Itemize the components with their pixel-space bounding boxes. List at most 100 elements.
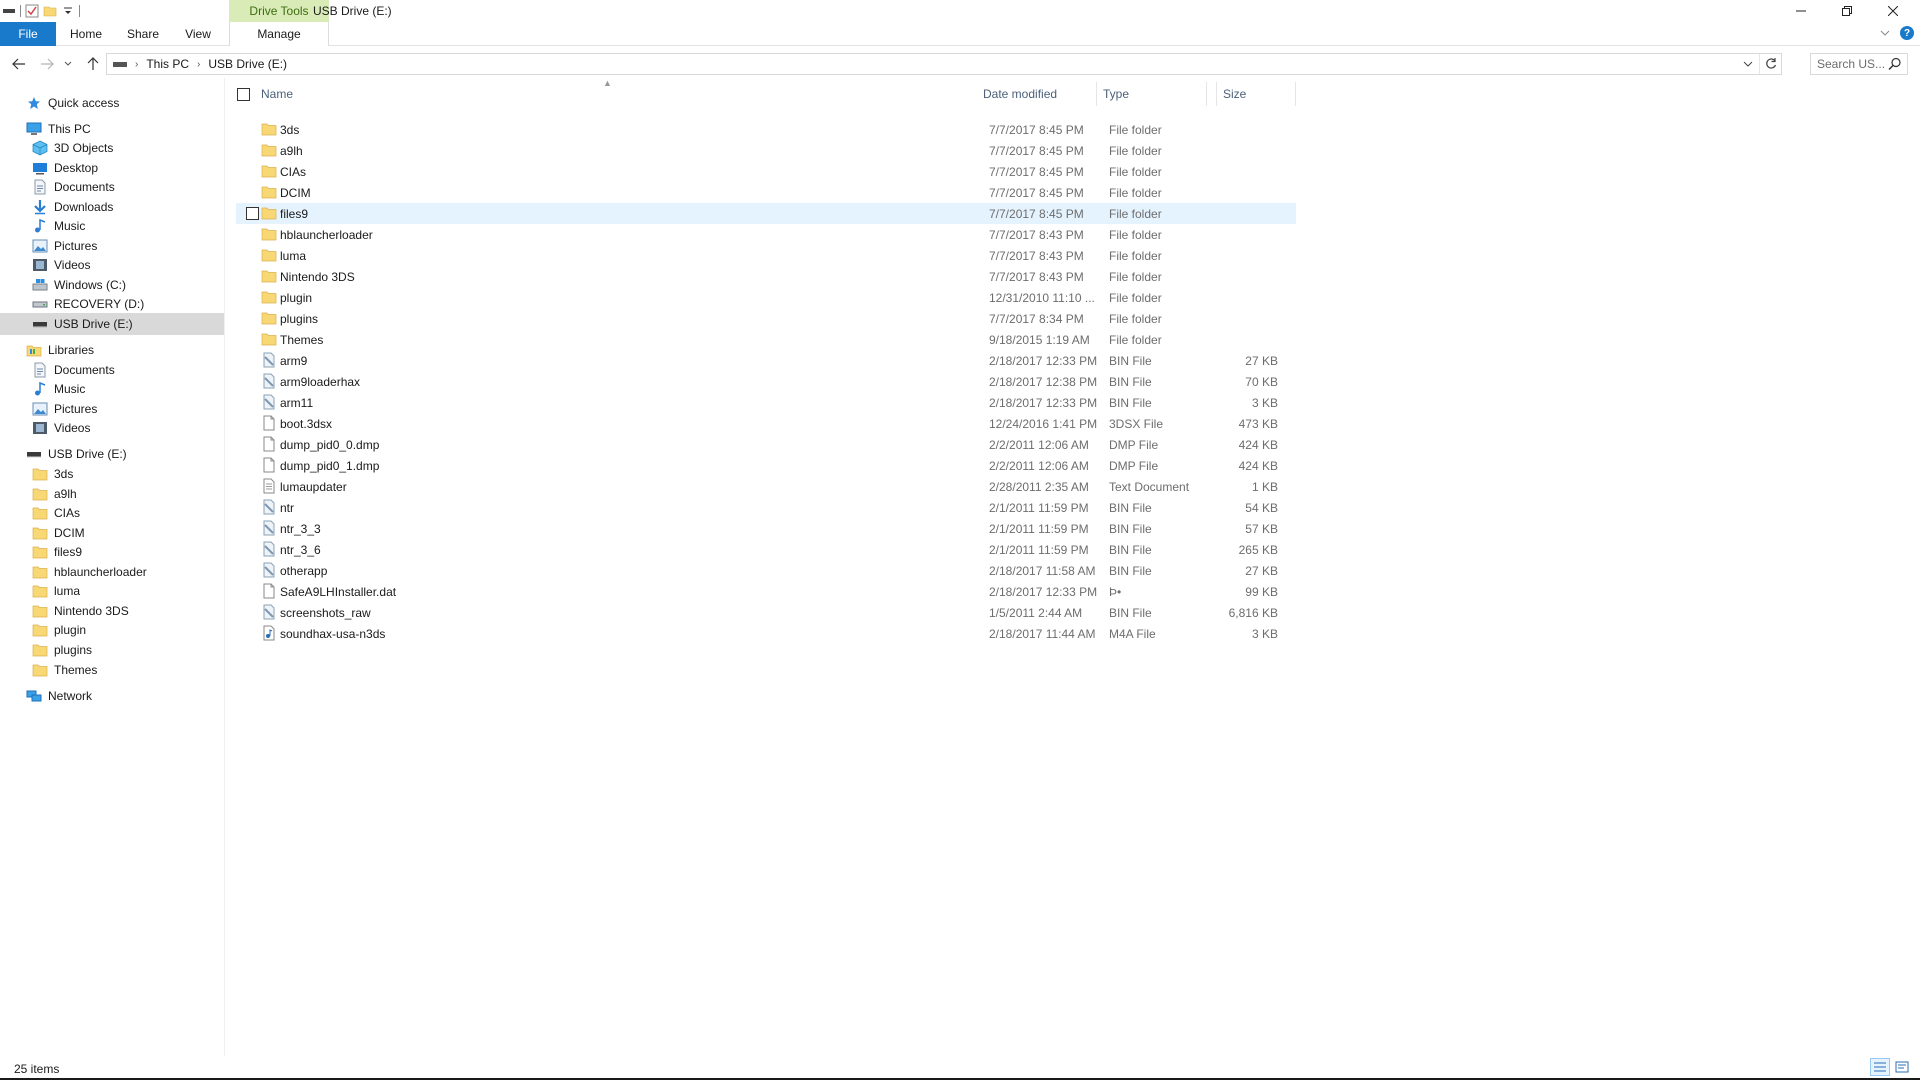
- file-name[interactable]: arm9loaderhax: [280, 375, 360, 389]
- file-name[interactable]: ntr_3_3: [280, 522, 321, 536]
- breadcrumb-usb-drive[interactable]: USB Drive (E:): [208, 57, 287, 71]
- refresh-button[interactable]: [1759, 54, 1781, 74]
- close-button[interactable]: [1870, 0, 1916, 22]
- details-view-button[interactable]: [1870, 1058, 1890, 1076]
- sidebar-item[interactable]: Videos: [0, 417, 224, 439]
- table-row[interactable]: screenshots_raw 1/5/2011 2:44 AM BIN File 6…: [236, 602, 1524, 623]
- file-name[interactable]: arm9: [280, 354, 307, 368]
- table-row[interactable]: a9lh 7/7/2017 8:45 PM File folder: [236, 140, 1524, 161]
- address-history-button[interactable]: [1737, 54, 1759, 74]
- table-row[interactable]: dump_pid0_0.dmp 2/2/2011 12:06 AM DMP File…: [236, 434, 1524, 455]
- pane-divider[interactable]: [224, 78, 225, 1056]
- file-name[interactable]: DCIM: [280, 186, 311, 200]
- file-name[interactable]: soundhax-usa-n3ds: [280, 627, 385, 641]
- table-row[interactable]: Nintendo 3DS 7/7/2017 8:43 PM File folder: [236, 266, 1524, 287]
- up-button[interactable]: [82, 54, 104, 74]
- select-all-checkbox[interactable]: [237, 88, 250, 101]
- table-row[interactable]: DCIM 7/7/2017 8:45 PM File folder: [236, 182, 1524, 203]
- file-name[interactable]: arm11: [280, 396, 313, 410]
- address-bar[interactable]: › This PC › USB Drive (E:): [106, 53, 1782, 75]
- table-row[interactable]: CIAs 7/7/2017 8:45 PM File folder: [236, 161, 1524, 182]
- sidebar-item[interactable]: Quick access: [0, 92, 224, 114]
- table-row[interactable]: luma 7/7/2017 8:43 PM File folder: [236, 245, 1524, 266]
- file-name[interactable]: lumaupdater: [280, 480, 347, 494]
- row-checkbox[interactable]: [246, 207, 259, 220]
- file-name[interactable]: SafeA9LHInstaller.dat: [280, 585, 396, 599]
- sidebar-item[interactable]: Music: [0, 215, 224, 237]
- expand-ribbon-icon[interactable]: [1880, 26, 1890, 40]
- table-row[interactable]: soundhax-usa-n3ds 2/18/2017 11:44 AM M4A F…: [236, 623, 1524, 644]
- table-row[interactable]: boot.3dsx 12/24/2016 1:41 PM 3DSX File 473 …: [236, 413, 1524, 434]
- file-name[interactable]: hblauncherloader: [280, 228, 373, 242]
- sidebar-item[interactable]: Libraries: [0, 339, 224, 361]
- tab-manage[interactable]: Manage: [229, 22, 329, 46]
- sidebar-item[interactable]: CIAs: [0, 502, 224, 524]
- tab-share[interactable]: Share: [120, 22, 166, 46]
- sidebar-item[interactable]: plugins: [0, 639, 224, 661]
- column-date-modified[interactable]: Date modified: [977, 82, 1097, 106]
- restore-button[interactable]: [1824, 0, 1870, 22]
- search-input[interactable]: Search US...: [1810, 53, 1908, 75]
- file-name[interactable]: Nintendo 3DS: [280, 270, 355, 284]
- file-name[interactable]: otherapp: [280, 564, 327, 578]
- column-type[interactable]: Type: [1097, 82, 1217, 106]
- table-row[interactable]: 3ds 7/7/2017 8:45 PM File folder: [236, 119, 1524, 140]
- file-name[interactable]: dump_pid0_0.dmp: [280, 438, 379, 452]
- new-folder-icon[interactable]: [43, 4, 57, 18]
- table-row[interactable]: Themes 9/18/2015 1:19 AM File folder: [236, 329, 1524, 350]
- table-row[interactable]: ntr 2/1/2011 11:59 PM BIN File 54 KB: [236, 497, 1524, 518]
- table-row[interactable]: arm9 2/18/2017 12:33 PM BIN File 27 KB: [236, 350, 1524, 371]
- sidebar-item[interactable]: Documents: [0, 176, 224, 198]
- file-name[interactable]: boot.3dsx: [280, 417, 332, 431]
- file-name[interactable]: CIAs: [280, 165, 306, 179]
- sidebar-item[interactable]: 3D Objects: [0, 137, 224, 159]
- sidebar-item[interactable]: luma: [0, 580, 224, 602]
- chevron-right-icon[interactable]: ›: [135, 59, 138, 70]
- file-name[interactable]: 3ds: [280, 123, 299, 137]
- help-icon[interactable]: ?: [1900, 26, 1914, 40]
- sidebar-item[interactable]: USB Drive (E:): [0, 313, 224, 335]
- table-row[interactable]: dump_pid0_1.dmp 2/2/2011 12:06 AM DMP File…: [236, 455, 1524, 476]
- back-button[interactable]: [8, 54, 30, 74]
- column-size[interactable]: Size: [1217, 82, 1296, 106]
- breadcrumb-this-pc[interactable]: This PC: [146, 57, 189, 71]
- table-row[interactable]: hblauncherloader 7/7/2017 8:43 PM File fol…: [236, 224, 1524, 245]
- file-name[interactable]: ntr: [280, 501, 294, 515]
- sidebar-item[interactable]: Videos: [0, 254, 224, 276]
- tab-file[interactable]: File: [0, 22, 56, 46]
- minimize-button[interactable]: [1778, 0, 1824, 22]
- file-name[interactable]: dump_pid0_1.dmp: [280, 459, 379, 473]
- table-row[interactable]: files9 7/7/2017 8:45 PM File folder: [236, 203, 1296, 224]
- sidebar-item[interactable]: plugin: [0, 619, 224, 641]
- file-name[interactable]: plugins: [280, 312, 318, 326]
- sidebar-item[interactable]: Music: [0, 378, 224, 400]
- table-row[interactable]: SafeA9LHInstaller.dat 2/18/2017 12:33 PM Þ…: [236, 581, 1524, 602]
- tab-home[interactable]: Home: [64, 22, 108, 46]
- tab-view[interactable]: View: [176, 22, 220, 46]
- table-row[interactable]: arm11 2/18/2017 12:33 PM BIN File 3 KB: [236, 392, 1524, 413]
- file-name[interactable]: a9lh: [280, 144, 303, 158]
- sidebar-item[interactable]: files9: [0, 541, 224, 563]
- file-name[interactable]: plugin: [280, 291, 312, 305]
- sidebar-item[interactable]: 3ds: [0, 463, 224, 485]
- table-row[interactable]: plugins 7/7/2017 8:34 PM File folder: [236, 308, 1524, 329]
- chevron-right-icon[interactable]: ›: [197, 59, 200, 70]
- file-name[interactable]: ntr_3_6: [280, 543, 321, 557]
- file-name[interactable]: luma: [280, 249, 306, 263]
- table-row[interactable]: arm9loaderhax 2/18/2017 12:38 PM BIN File 7…: [236, 371, 1524, 392]
- file-name[interactable]: files9: [280, 207, 308, 221]
- table-row[interactable]: otherapp 2/18/2017 11:58 AM BIN File 27 KB: [236, 560, 1524, 581]
- recent-locations-button[interactable]: [61, 54, 75, 74]
- file-name[interactable]: Themes: [280, 333, 323, 347]
- search-icon[interactable]: [1888, 57, 1902, 74]
- sidebar-item[interactable]: Themes: [0, 659, 224, 681]
- large-icons-view-button[interactable]: [1892, 1058, 1912, 1076]
- table-row[interactable]: ntr_3_6 2/1/2011 11:59 PM BIN File 265 KB: [236, 539, 1524, 560]
- table-row[interactable]: lumaupdater 2/28/2011 2:35 AM Text Documen…: [236, 476, 1524, 497]
- forward-button[interactable]: [36, 54, 58, 74]
- table-row[interactable]: plugin 12/31/2010 11:10 ... File folder: [236, 287, 1524, 308]
- properties-icon[interactable]: [25, 4, 39, 18]
- sidebar-item[interactable]: Network: [0, 685, 224, 707]
- sidebar-item[interactable]: RECOVERY (D:): [0, 293, 224, 315]
- sidebar-item[interactable]: USB Drive (E:): [0, 443, 224, 465]
